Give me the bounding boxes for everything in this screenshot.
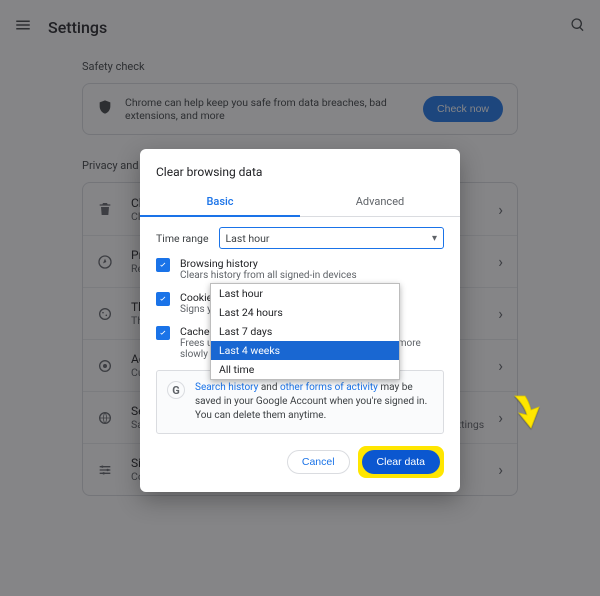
time-range-label: Time range [156,232,209,245]
dialog-body: Time range Last hour ▾ Last hourLast 24 … [140,217,460,434]
google-g-icon: G [167,381,185,399]
time-range-value: Last hour [226,232,270,245]
link-other-activity[interactable]: other forms of activity [280,382,378,393]
time-option[interactable]: Last 7 days [211,322,399,341]
link-search-history[interactable]: Search history [195,382,258,393]
dialog-tabs: Basic Advanced [140,187,460,217]
option-browsing-history[interactable]: Browsing historyClears history from all … [156,257,444,281]
dialog-actions: Cancel Clear data [140,446,460,478]
checkbox-checked-icon[interactable] [156,292,170,306]
time-option[interactable]: Last hour [211,284,399,303]
tab-basic[interactable]: Basic [140,187,300,216]
dialog-title: Clear browsing data [140,149,460,187]
chevron-down-icon: ▾ [432,233,437,244]
clear-browsing-data-dialog: Clear browsing data Basic Advanced Time … [140,149,460,492]
tab-advanced[interactable]: Advanced [300,187,460,216]
checkbox-checked-icon[interactable] [156,326,170,340]
time-option[interactable]: Last 24 hours [211,303,399,322]
time-range-dropdown: Last hourLast 24 hoursLast 7 daysLast 4 … [210,283,400,380]
cancel-button[interactable]: Cancel [287,450,350,474]
time-option[interactable]: Last 4 weeks [211,341,399,360]
time-option[interactable]: All time [211,360,399,379]
time-range-select[interactable]: Last hour ▾ [219,227,444,249]
highlight-annotation: Clear data [358,446,444,478]
clear-data-button[interactable]: Clear data [362,450,440,474]
checkbox-checked-icon[interactable] [156,258,170,272]
